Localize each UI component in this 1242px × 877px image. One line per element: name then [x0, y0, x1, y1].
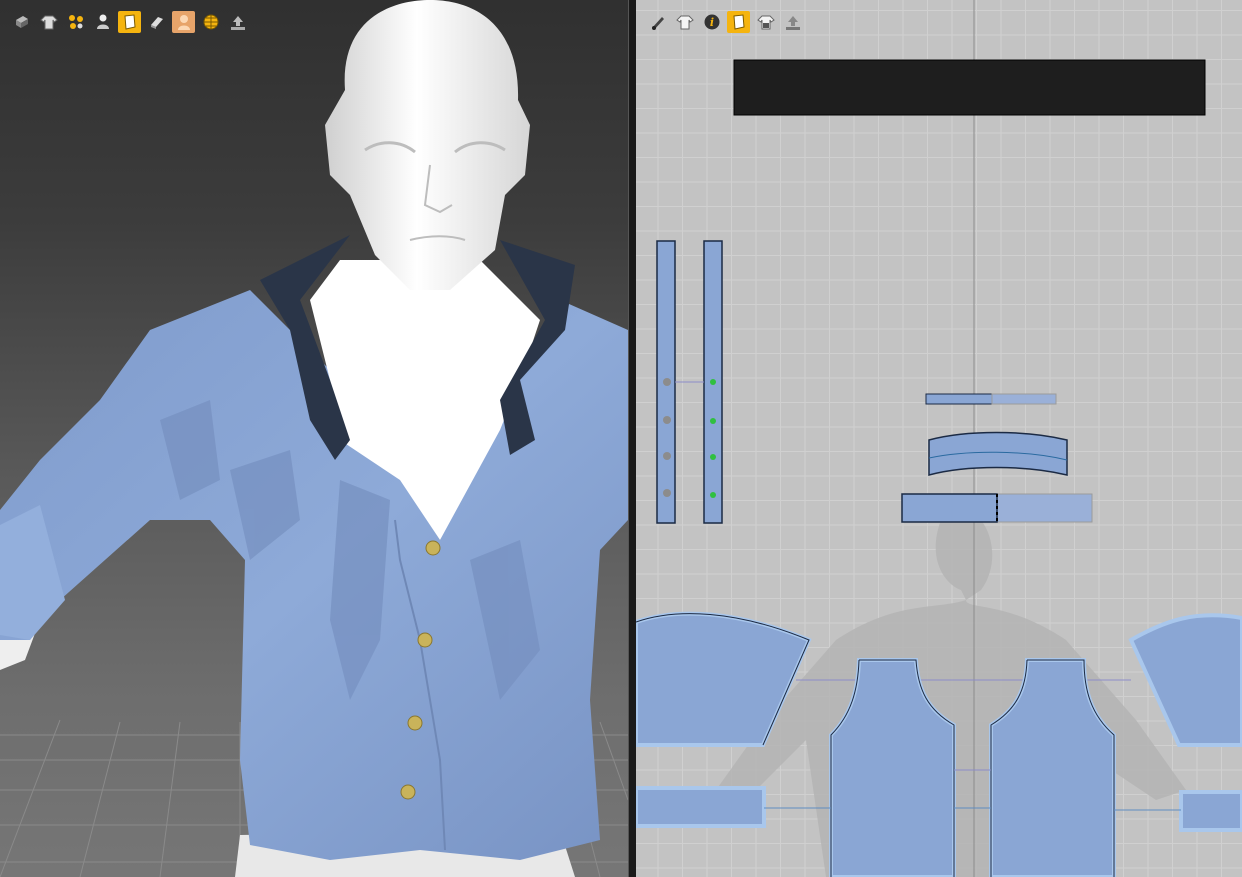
lock-garment-icon[interactable] [754, 11, 777, 33]
viewport-divider[interactable] [628, 0, 636, 877]
garment-display-icon[interactable] [673, 11, 696, 33]
particle-points-icon[interactable] [64, 11, 87, 33]
pattern-piece-band-left [636, 786, 766, 828]
pattern-piece-sleeve-right [1128, 613, 1242, 747]
avatar-head [325, 0, 530, 290]
pattern-piece-collar [928, 431, 1068, 476]
mesh-globe-icon[interactable] [199, 11, 222, 33]
pen-tool-icon[interactable] [646, 11, 669, 33]
3d-viewport[interactable] [0, 0, 628, 877]
pattern-piece-black [733, 59, 1206, 116]
avatar-skin-icon[interactable] [172, 11, 195, 33]
svg-text:i: i [709, 16, 713, 29]
shirt-button [407, 715, 423, 731]
fabric-display-icon[interactable] [727, 11, 750, 33]
shirt-button [425, 540, 441, 556]
garment-display-icon[interactable] [37, 11, 60, 33]
avatar-display-icon[interactable] [91, 11, 114, 33]
export-upload-icon[interactable] [781, 11, 804, 33]
texture-surface-icon[interactable] [10, 11, 33, 33]
3d-scene[interactable] [0, 0, 628, 877]
info-icon[interactable]: i [700, 11, 723, 33]
pattern-piece-band-right [1179, 790, 1242, 832]
2d-toolbar: i [646, 11, 804, 33]
3d-toolbar [10, 11, 249, 33]
2d-pattern-scene[interactable] [636, 0, 1242, 877]
2d-pattern-viewport[interactable]: i [636, 0, 1242, 877]
shirt-button [400, 784, 416, 800]
show-flat-icon[interactable] [145, 11, 168, 33]
fabric-display-icon[interactable] [118, 11, 141, 33]
export-upload-icon[interactable] [226, 11, 249, 33]
shirt-button [417, 632, 433, 648]
